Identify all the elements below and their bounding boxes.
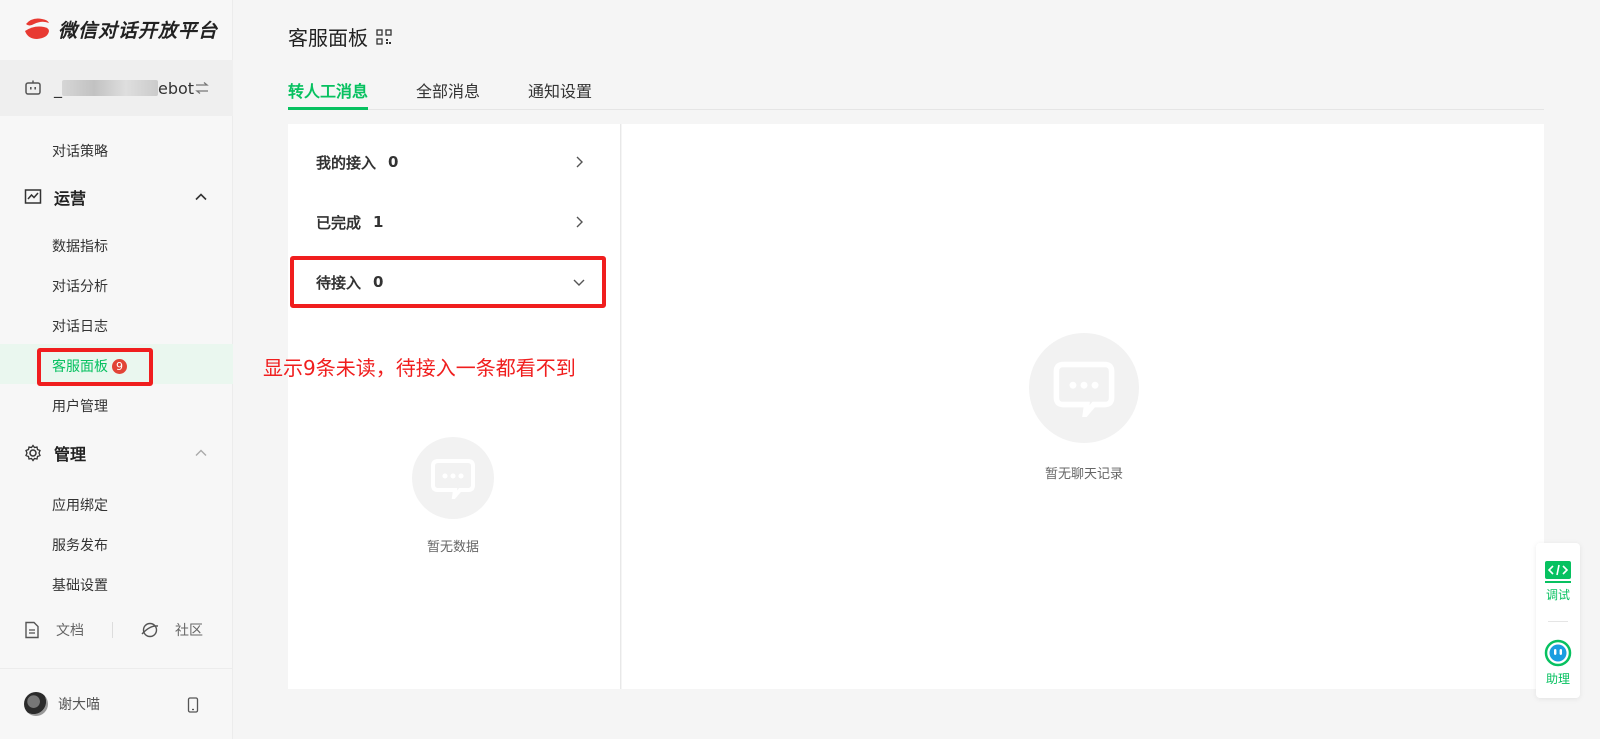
switch-icon[interactable]	[194, 80, 210, 96]
divider	[1548, 621, 1568, 622]
bot-name-suffix: ebot	[158, 79, 195, 98]
sidebar-item-dialog-analysis[interactable]: 对话分析	[52, 276, 108, 296]
tab-bar: 转人工消息 全部消息 通知设置	[288, 72, 1544, 110]
floating-toolbar: 调试 助理	[1536, 543, 1580, 698]
debug-button[interactable]: 调试	[1536, 561, 1580, 603]
sidebar-item-user-management[interactable]: 用户管理	[52, 396, 108, 416]
wechat-logo-icon	[25, 18, 49, 39]
empty-chat-icon	[1029, 333, 1139, 443]
assistant-label: 助理	[1545, 672, 1570, 686]
user-name: 谢大喵	[58, 697, 100, 713]
bot-name: _ ebot	[54, 78, 194, 98]
sidebar-section-operations[interactable]: 运营	[24, 185, 86, 209]
sidebar-section-label: 运营	[54, 189, 87, 208]
app-logo[interactable]: 微信对话开放平台	[22, 14, 218, 44]
page-title-text: 客服面板	[288, 26, 368, 50]
tab-transfer-messages[interactable]: 转人工消息	[288, 78, 368, 102]
queue-panel: 我的接入 0 已完成 1 待接入 0 暂无数据	[288, 124, 621, 689]
active-tab-indicator	[288, 107, 368, 110]
sidebar-item-dialog-strategy[interactable]: 对话策略	[52, 141, 108, 161]
gear-icon	[25, 444, 41, 462]
sidebar-item-dialog-log[interactable]: 对话日志	[52, 316, 108, 336]
annotation-box-pending	[290, 256, 606, 308]
user-profile[interactable]: 谢大喵	[0, 668, 233, 739]
tab-notification-settings[interactable]: 通知设置	[528, 78, 592, 102]
sidebar-item-basic-settings[interactable]: 基础设置	[52, 575, 108, 595]
page-title: 客服面板	[288, 22, 392, 51]
empty-data-icon	[412, 437, 494, 519]
qrcode-icon[interactable]	[376, 28, 392, 45]
community-link[interactable]: 社区	[141, 620, 203, 640]
debug-label: 调试	[1545, 588, 1570, 602]
code-icon	[1545, 561, 1571, 583]
chevron-right-icon	[576, 216, 583, 228]
queue-count: 1	[373, 213, 384, 231]
sidebar-item-data-metrics[interactable]: 数据指标	[52, 236, 108, 256]
sidebar-section-management[interactable]: 管理	[24, 441, 86, 465]
redacted-mask	[62, 80, 158, 96]
docs-link-label: 文档	[56, 623, 84, 639]
sidebar-item-service-publish[interactable]: 服务发布	[52, 535, 108, 555]
avatar	[24, 692, 48, 716]
queue-count: 0	[388, 153, 399, 171]
sidebar-section-label: 管理	[54, 445, 87, 464]
community-icon	[141, 622, 159, 638]
divider	[112, 622, 113, 638]
chevron-up-icon[interactable]	[194, 190, 208, 204]
empty-chat-text: 暂无聊天记录	[1044, 467, 1123, 482]
queue-label: 我的接入	[316, 153, 377, 172]
tab-all-messages[interactable]: 全部消息	[416, 78, 480, 102]
app-name: 微信对话开放平台	[58, 19, 219, 42]
bottom-links: 文档 社区	[24, 620, 203, 640]
chevron-up-icon[interactable]	[194, 446, 208, 460]
queue-label: 已完成	[316, 213, 362, 232]
chart-icon	[24, 189, 42, 204]
chevron-right-icon	[576, 156, 583, 168]
queue-my-accepted[interactable]: 我的接入 0	[316, 150, 586, 174]
robot-icon	[25, 80, 41, 95]
bot-name-prefix: _	[54, 79, 62, 98]
assistant-icon	[1544, 639, 1572, 667]
sidebar-item-app-binding[interactable]: 应用绑定	[52, 495, 108, 515]
assistant-button[interactable]: 助理	[1536, 639, 1580, 687]
community-link-label: 社区	[175, 623, 203, 639]
chat-panel: 暂无聊天记录	[622, 124, 1544, 689]
mobile-icon[interactable]	[187, 697, 199, 713]
annotation-text: 显示9条未读，待接入一条都看不到	[263, 356, 576, 380]
docs-link[interactable]: 文档	[24, 620, 84, 640]
empty-data-text: 暂无数据	[426, 540, 479, 555]
document-icon	[25, 621, 39, 639]
queue-completed[interactable]: 已完成 1	[316, 210, 586, 234]
annotation-box-sidebar	[37, 348, 153, 386]
